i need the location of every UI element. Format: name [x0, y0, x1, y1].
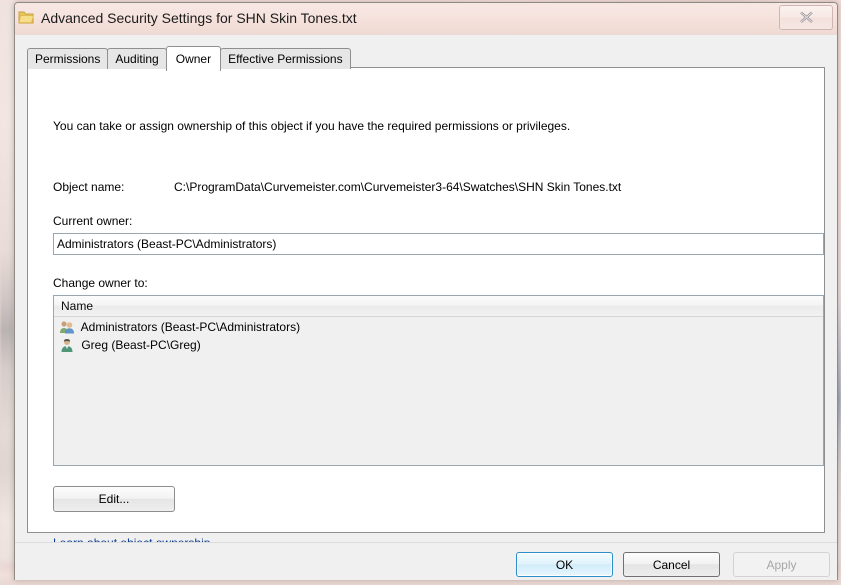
tab-owner[interactable]: Owner: [165, 46, 222, 71]
object-name-label: Object name:: [53, 180, 125, 194]
column-header-name[interactable]: Name: [54, 296, 93, 316]
intro-text: You can take or assign ownership of this…: [53, 119, 571, 133]
list-header: Name: [54, 296, 823, 317]
window-title: Advanced Security Settings for SHN Skin …: [41, 10, 357, 26]
list-item[interactable]: Greg (Beast-PC\Greg): [54, 336, 823, 354]
owner-tab-page: You can take or assign ownership of this…: [27, 67, 825, 550]
object-name-value: C:\ProgramData\Curvemeister.com\Curvemei…: [174, 180, 622, 194]
list-item-label: Administrators (Beast-PC\Administrators): [80, 320, 301, 334]
current-owner-field[interactable]: [53, 233, 824, 255]
advanced-security-settings-dialog: Advanced Security Settings for SHN Skin …: [14, 2, 838, 580]
list-item-label: Greg (Beast-PC\Greg): [81, 338, 201, 352]
close-icon: [799, 11, 813, 23]
tab-strip: Permissions Auditing Owner Effective Per…: [27, 46, 351, 71]
edit-button[interactable]: Edit...: [53, 486, 175, 512]
dialog-footer: OK Cancel Apply: [15, 542, 837, 580]
cancel-button[interactable]: Cancel: [623, 552, 720, 577]
change-owner-label: Change owner to:: [53, 276, 148, 290]
current-owner-label: Current owner:: [53, 214, 133, 228]
tab-auditing[interactable]: Auditing: [107, 48, 167, 69]
ok-button[interactable]: OK: [516, 552, 613, 577]
change-owner-list[interactable]: Name Administrators (Beast-PC\Administra…: [53, 295, 824, 466]
backdrop-blur-left: [0, 0, 14, 585]
apply-button: Apply: [733, 552, 830, 577]
list-item[interactable]: Administrators (Beast-PC\Administrators): [54, 318, 823, 336]
dialog-client-area: Permissions Auditing Owner Effective Per…: [15, 35, 837, 580]
tab-effective-permissions[interactable]: Effective Permissions: [220, 48, 351, 69]
close-button[interactable]: [779, 5, 833, 30]
tab-permissions[interactable]: Permissions: [27, 48, 109, 69]
group-users-icon: [59, 319, 75, 335]
title-bar[interactable]: Advanced Security Settings for SHN Skin …: [15, 3, 837, 35]
single-user-icon: [59, 337, 75, 353]
folder-icon: [18, 10, 35, 25]
list-body: Administrators (Beast-PC\Administrators): [54, 317, 823, 354]
